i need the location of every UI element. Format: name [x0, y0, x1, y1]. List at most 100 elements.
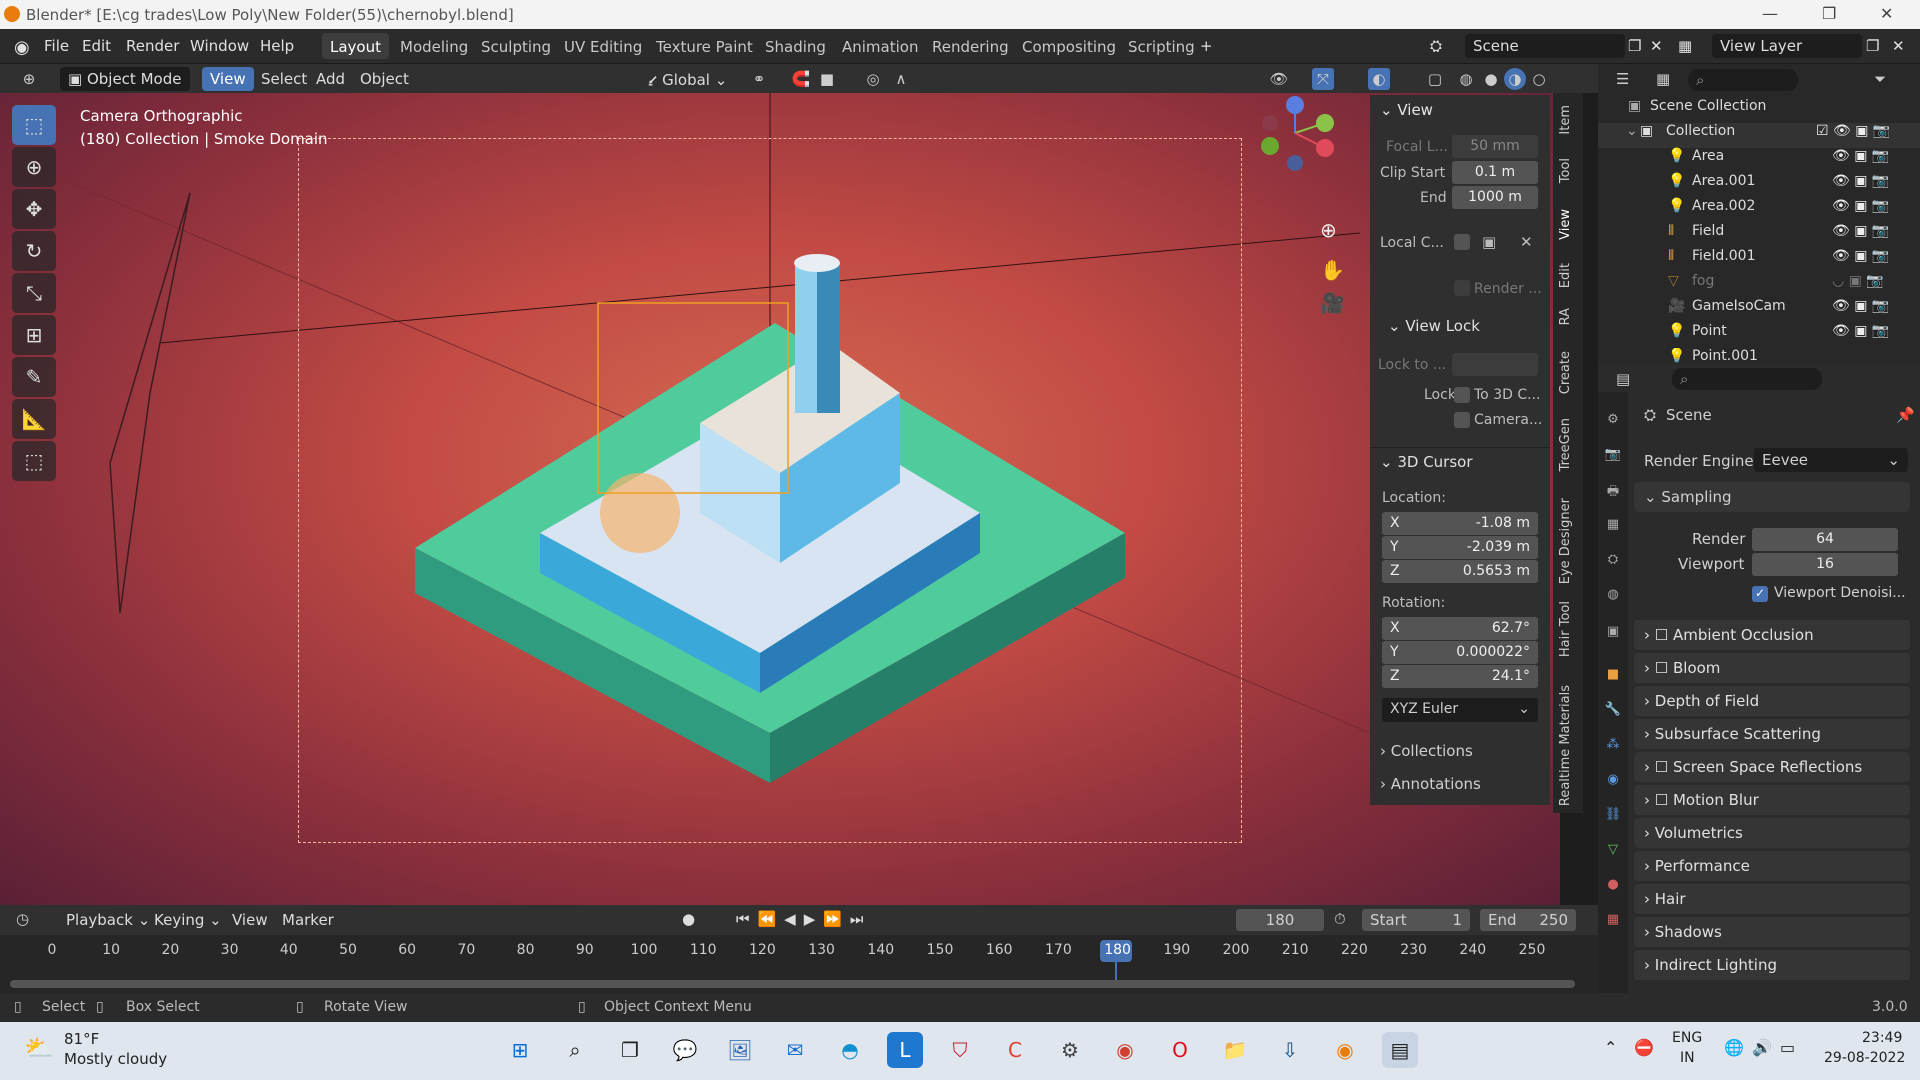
tab-treegen[interactable]: TreeGen [1558, 418, 1573, 471]
collection-row[interactable]: ⌄ ▣ Collection ☑ 👁 ▣ 📷 [1598, 123, 1920, 148]
3d-cursor-header[interactable]: ⌄ 3D Cursor [1380, 453, 1473, 471]
tab-item[interactable]: Item [1558, 105, 1573, 135]
view-layer-remove-icon[interactable]: ✕ [1892, 37, 1905, 55]
mode-selector[interactable]: ▣ Object Mode ⌄ [60, 67, 190, 106]
screen-space-reflections-panel[interactable]: › ☐ Screen Space Reflections [1634, 752, 1910, 782]
viewport-view-menu[interactable]: View [202, 67, 254, 91]
opera-icon[interactable]: O [1162, 1032, 1198, 1068]
render-samples-field[interactable]: 64 [1752, 528, 1898, 551]
snap-icon[interactable]: 🧲 [790, 68, 812, 90]
render-engine-select[interactable]: Eevee ⌄ [1754, 448, 1908, 472]
visibility-icons[interactable]: ◡ ▣ 📷 [1832, 273, 1884, 289]
close-icon[interactable]: ✕ [1880, 4, 1893, 23]
lock-to-object-field[interactable] [1452, 353, 1538, 376]
menu-file[interactable]: File [44, 37, 69, 55]
collections-header[interactable]: › Collections [1380, 742, 1473, 760]
timeline-scrollbar[interactable] [10, 980, 1575, 988]
keying-menu[interactable]: Keying ⌄ [146, 908, 230, 932]
data-props-icon[interactable]: ▽ [1603, 842, 1623, 862]
world-props-icon[interactable]: ◍ [1603, 587, 1623, 607]
menu-edit[interactable]: Edit [82, 37, 111, 55]
ambient-occlusion-panel[interactable]: › ☐ Ambient Occlusion [1634, 620, 1910, 650]
lock-3d-cursor-checkbox[interactable] [1454, 387, 1470, 403]
properties-search-input[interactable]: ⌕ [1672, 368, 1822, 390]
tab-modeling[interactable]: Modeling [392, 33, 476, 59]
modifier-props-icon[interactable]: 🔧 [1603, 702, 1623, 722]
performance-panel[interactable]: › Performance [1634, 851, 1910, 881]
playback-controls-icon[interactable]: ⏮⏪◀▶⏩⏭ [736, 910, 871, 928]
gizmo-icon[interactable]: ⤧ [1312, 68, 1334, 90]
visibility-icons[interactable]: 👁 ▣ 📷 [1832, 298, 1889, 314]
clear-camera-icon[interactable]: ✕ [1520, 233, 1533, 251]
overlay-icon[interactable]: ◐ [1368, 68, 1390, 90]
pan-icon[interactable]: ✋ [1320, 258, 1345, 282]
outliner-item[interactable]: 💡 Area.001 👁 ▣ 📷 [1598, 173, 1920, 198]
tab-texture-paint[interactable]: Texture Paint [648, 33, 761, 59]
outliner-item[interactable]: ⦀ Field.001 👁 ▣ 📷 [1598, 248, 1920, 273]
visibility-icons[interactable]: 👁 ▣ 📷 [1832, 223, 1889, 239]
playback-menu[interactable]: Playback ⌄ [58, 908, 158, 932]
pivot-icon[interactable]: ⚭ [748, 68, 770, 90]
start-frame-field[interactable]: Start 1 [1362, 909, 1470, 931]
view-lock-header[interactable]: ⌄ View Lock [1388, 317, 1480, 335]
add-workspace-icon[interactable]: + [1200, 37, 1213, 55]
tab-eye-designer[interactable]: Eye Designer [1558, 498, 1573, 584]
timeline-marker-menu[interactable]: Marker [274, 908, 342, 932]
view-layer-new-icon[interactable]: ❐ [1866, 37, 1879, 55]
solid-shading-icon[interactable]: ● [1480, 68, 1502, 90]
tool-props-icon[interactable]: ⚙ [1603, 412, 1623, 432]
menu-help[interactable]: Help [260, 37, 294, 55]
visibility-icons[interactable]: 👁 ▣ 📷 [1832, 198, 1889, 214]
lock-camera-checkbox[interactable] [1454, 412, 1470, 428]
tab-tool[interactable]: Tool [1558, 158, 1573, 183]
downloader-icon[interactable]: ⇩ [1272, 1032, 1308, 1068]
scale-tool-icon[interactable]: ⤡ [12, 273, 56, 313]
scene-props-icon[interactable]: ⛭ [1603, 552, 1623, 572]
chrome-icon[interactable]: ◉ [1107, 1032, 1143, 1068]
visibility-icons[interactable]: 👁 ▣ 📷 [1832, 148, 1889, 164]
cursor-rotation-y[interactable]: Y 0.000022° [1382, 641, 1538, 664]
language-line2[interactable]: IN [1680, 1050, 1695, 1066]
volumetrics-panel[interactable]: › Volumetrics [1634, 818, 1910, 848]
tab-rendering[interactable]: Rendering [924, 33, 1017, 59]
cursor-tool-icon[interactable]: ⊕ [12, 147, 56, 187]
motion-blur-panel[interactable]: › ☐ Motion Blur [1634, 785, 1910, 815]
tab-animation[interactable]: Animation [834, 33, 926, 59]
tab-shading[interactable]: Shading [757, 33, 834, 59]
collection-props-icon[interactable]: ▣ [1603, 624, 1623, 644]
outliner-search-input[interactable]: ⌕ [1688, 69, 1798, 91]
cursor-rotation-z[interactable]: Z 24.1° [1382, 665, 1538, 688]
viewport-object-menu[interactable]: Object [352, 67, 417, 91]
viewport-denoise-checkbox[interactable]: ✓ [1752, 586, 1768, 602]
camera-view-icon[interactable]: 🎥 [1320, 291, 1345, 315]
falloff-icon[interactable]: ∧ [890, 68, 912, 90]
outliner-item[interactable]: 🎥 GameIsoCam 👁 ▣ 📷 [1598, 298, 1920, 323]
view-layer-props-icon[interactable]: ▦ [1603, 517, 1623, 537]
material-shading-icon[interactable]: ◑ [1504, 68, 1526, 90]
view-layer-selector[interactable]: View Layer [1712, 34, 1862, 58]
xray-icon[interactable]: ▢ [1424, 68, 1446, 90]
render-region-checkbox[interactable] [1454, 280, 1470, 296]
timeline-view-menu[interactable]: View [224, 908, 276, 932]
tab-compositing[interactable]: Compositing [1014, 33, 1124, 59]
scene-new-icon[interactable]: ❐ [1628, 37, 1641, 55]
outliner-item[interactable]: ⦀ Field 👁 ▣ 📷 [1598, 223, 1920, 248]
mail-icon[interactable]: ✉ [777, 1032, 813, 1068]
cursor-location-y[interactable]: Y -2.039 m [1382, 536, 1538, 559]
indirect-lighting-panel[interactable]: › Indirect Lighting [1634, 950, 1910, 980]
current-frame-field[interactable]: 180 [1236, 909, 1324, 931]
timeline-editor-icon[interactable]: ◷ [16, 910, 29, 928]
clock-time[interactable]: 23:49 [1862, 1030, 1902, 1046]
cursor-location-x[interactable]: X -1.08 m [1382, 512, 1538, 535]
minimize-icon[interactable]: — [1762, 4, 1778, 23]
search-icon[interactable]: ⌕ [557, 1032, 593, 1068]
edge-icon[interactable]: ◓ [832, 1032, 868, 1068]
app-l-icon[interactable]: L [887, 1032, 923, 1068]
tab-edit[interactable]: Edit [1558, 263, 1573, 288]
blender-menu-icon[interactable]: ◉ [14, 37, 30, 58]
constraints-props-icon[interactable]: ⛓ [1603, 807, 1623, 827]
shadows-panel[interactable]: › Shadows [1634, 917, 1910, 947]
tray-chevron-icon[interactable]: ⌃ [1604, 1038, 1617, 1057]
sampling-header[interactable]: ⌄ Sampling [1634, 482, 1910, 512]
outliner-item[interactable]: 💡 Area 👁 ▣ 📷 [1598, 148, 1920, 173]
